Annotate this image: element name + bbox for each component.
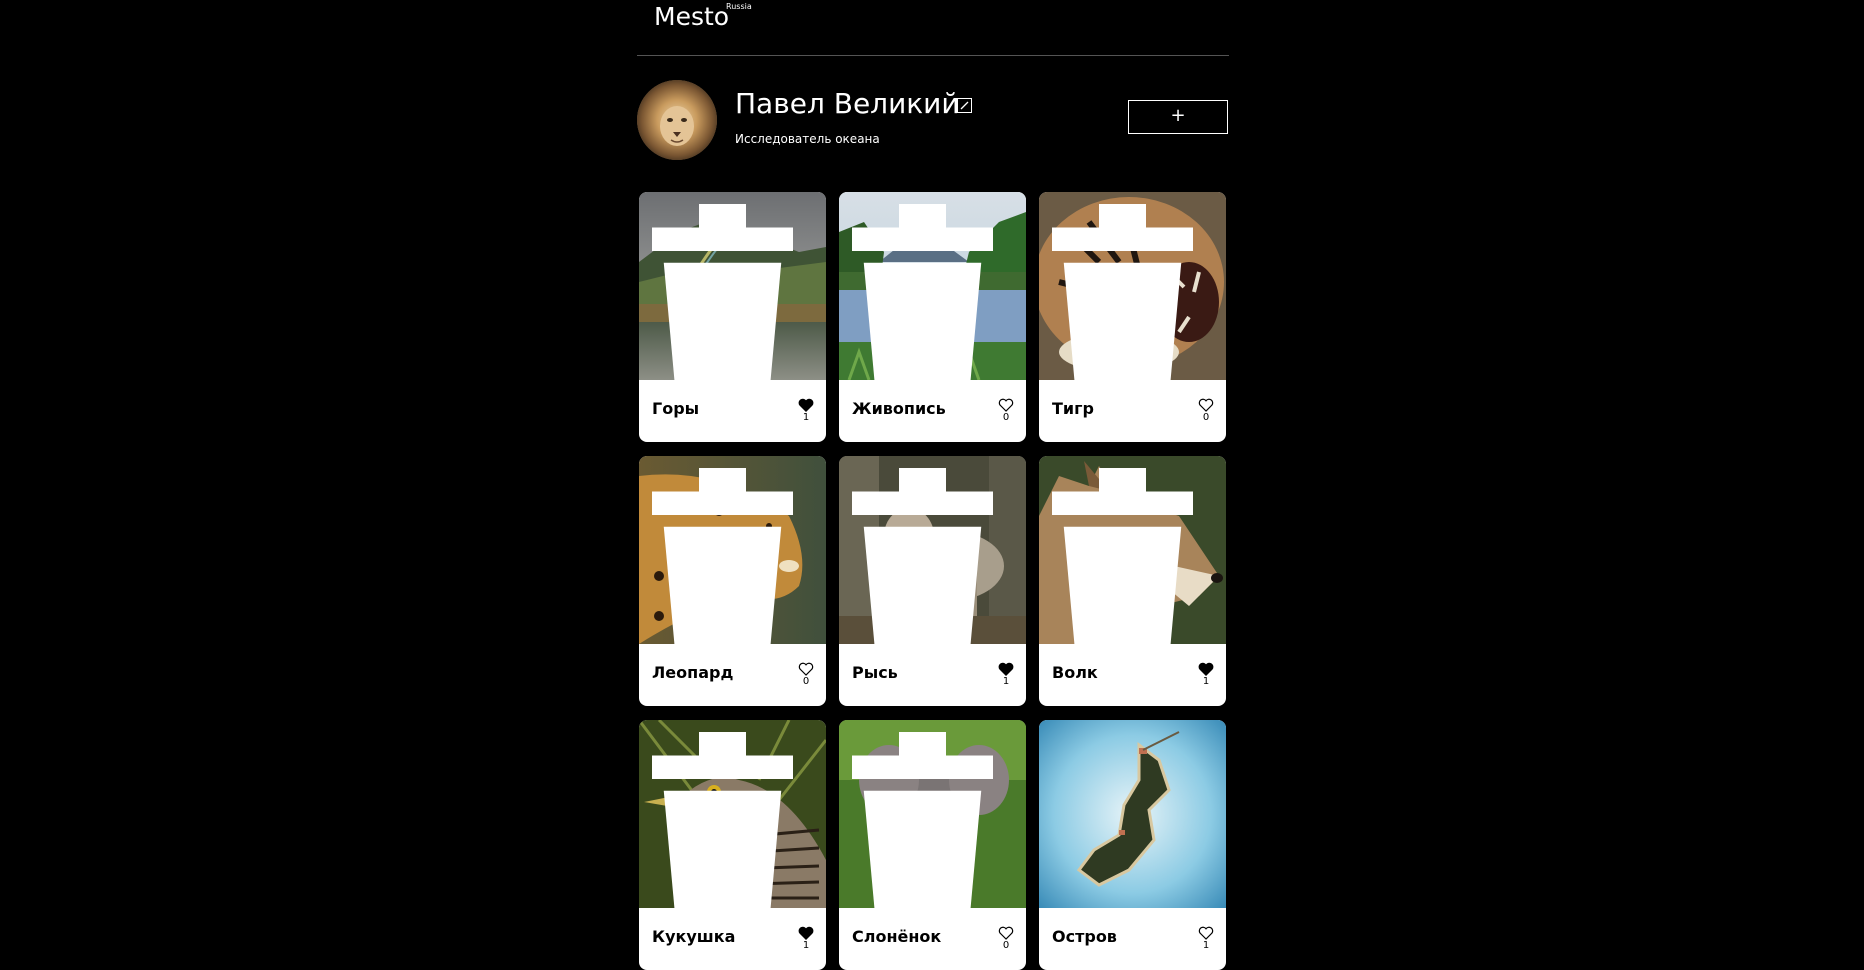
heart-filled-icon[interactable] xyxy=(798,398,814,412)
card-title: Леопард xyxy=(652,663,734,682)
card-title: Тигр xyxy=(1052,399,1094,418)
edit-profile-button[interactable] xyxy=(957,98,972,113)
like-block: 1 xyxy=(796,926,816,951)
like-block: 0 xyxy=(1196,398,1216,423)
trash-icon[interactable] xyxy=(639,204,816,380)
pencil-icon xyxy=(960,101,969,110)
card-title: Рысь xyxy=(852,663,898,682)
card-image[interactable] xyxy=(1039,456,1226,644)
card: Леопард 0 xyxy=(639,456,826,706)
like-block: 1 xyxy=(796,398,816,423)
lion-avatar-image xyxy=(637,80,717,160)
profile-name: Павел Великий xyxy=(735,87,960,120)
page: Mesto Russia Павел Великий Исследователь… xyxy=(0,0,1864,970)
card-image[interactable] xyxy=(839,720,1026,908)
card: Живопись 0 xyxy=(839,192,1026,442)
card-image[interactable] xyxy=(639,720,826,908)
card-title: Остров xyxy=(1052,927,1117,946)
like-block: 0 xyxy=(996,398,1016,423)
trash-icon[interactable] xyxy=(839,732,1016,908)
heart-filled-icon[interactable] xyxy=(798,926,814,940)
card-image[interactable] xyxy=(839,456,1026,644)
heart-outline-icon[interactable] xyxy=(998,926,1014,940)
trash-icon[interactable] xyxy=(1039,204,1216,380)
like-count: 1 xyxy=(802,940,810,951)
card-image[interactable] xyxy=(1039,192,1226,380)
heart-outline-icon[interactable] xyxy=(998,398,1014,412)
card: Горы 1 xyxy=(639,192,826,442)
card: Слонёнок 0 xyxy=(839,720,1026,970)
heart-outline-icon[interactable] xyxy=(1198,398,1214,412)
like-count: 1 xyxy=(1202,676,1210,687)
card: Рысь 1 xyxy=(839,456,1026,706)
card-image[interactable] xyxy=(1039,720,1226,908)
logo[interactable]: Mesto xyxy=(654,0,729,34)
heart-filled-icon[interactable] xyxy=(1198,662,1214,676)
profile: Павел Великий Исследователь океана + xyxy=(637,80,1229,160)
card-image[interactable] xyxy=(639,192,826,380)
main-container: Mesto Russia Павел Великий Исследователь… xyxy=(637,0,1229,970)
like-count: 1 xyxy=(1202,940,1210,951)
trash-icon[interactable] xyxy=(639,468,816,644)
card-title: Горы xyxy=(652,399,700,418)
like-block: 1 xyxy=(996,662,1016,687)
logo-superscript: Russia xyxy=(726,2,752,11)
like-count: 1 xyxy=(1002,676,1010,687)
like-block: 1 xyxy=(1196,662,1216,687)
card-title: Слонёнок xyxy=(852,927,942,946)
avatar[interactable] xyxy=(637,80,717,160)
card: Волк 1 xyxy=(1039,456,1226,706)
card-title: Живопись xyxy=(852,399,946,418)
like-count: 0 xyxy=(1202,412,1210,423)
like-count: 0 xyxy=(1002,940,1010,951)
profile-about: Исследователь океана xyxy=(735,132,880,146)
island-aerial-image xyxy=(1039,720,1226,908)
like-count: 0 xyxy=(802,676,810,687)
like-count: 1 xyxy=(802,412,810,423)
card-title: Волк xyxy=(1052,663,1098,682)
trash-icon[interactable] xyxy=(639,732,816,908)
heart-outline-icon[interactable] xyxy=(798,662,814,676)
trash-icon[interactable] xyxy=(839,468,1016,644)
card: Остров 1 xyxy=(1039,720,1226,970)
site-header: Mesto Russia xyxy=(637,0,1229,56)
like-block: 1 xyxy=(1196,926,1216,951)
trash-icon[interactable] xyxy=(839,204,1016,380)
like-count: 0 xyxy=(1002,412,1010,423)
add-card-button[interactable]: + xyxy=(1128,100,1228,134)
trash-icon[interactable] xyxy=(1039,468,1216,644)
heart-filled-icon[interactable] xyxy=(998,662,1014,676)
like-block: 0 xyxy=(796,662,816,687)
card-image[interactable] xyxy=(639,456,826,644)
heart-outline-icon[interactable] xyxy=(1198,926,1214,940)
card-title: Кукушка xyxy=(652,927,736,946)
card: Тигр 0 xyxy=(1039,192,1226,442)
card: Кукушка 1 xyxy=(639,720,826,970)
card-image[interactable] xyxy=(839,192,1026,380)
like-block: 0 xyxy=(996,926,1016,951)
